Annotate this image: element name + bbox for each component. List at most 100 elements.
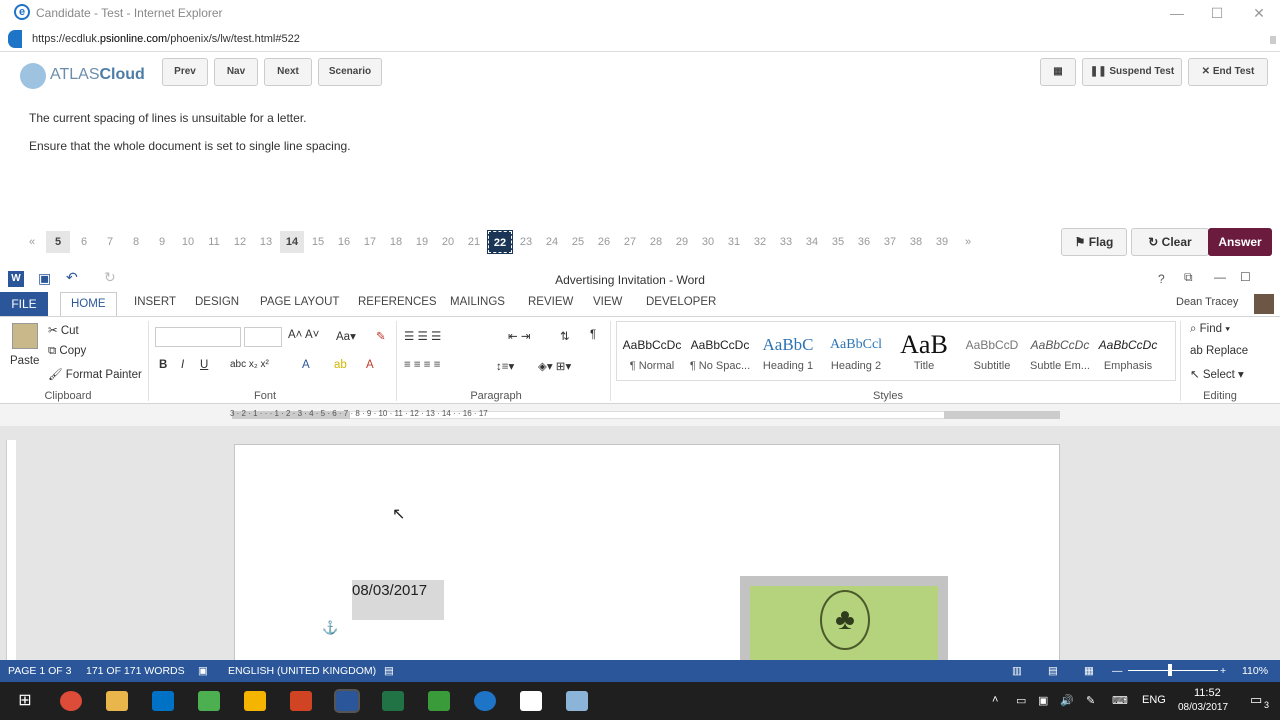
qnav-question-14[interactable]: 14 (280, 231, 304, 253)
qnav-question-15[interactable]: 15 (306, 231, 330, 253)
zoom-level[interactable]: 110% (1242, 665, 1268, 677)
qnav-question-19[interactable]: 19 (410, 231, 434, 253)
scroll-up-icon[interactable] (1270, 36, 1276, 44)
qnav-question-16[interactable]: 16 (332, 231, 356, 253)
calculator-button[interactable]: ▦ (1040, 58, 1076, 86)
close-icon[interactable]: ✕ (1244, 3, 1274, 23)
flag-button[interactable]: ⚑ Flag (1061, 228, 1127, 256)
change-case-icon[interactable]: Aa▾ (336, 329, 356, 343)
shading-icon[interactable]: ◈▾ ⊞▾ (538, 359, 571, 373)
tab-developer[interactable]: DEVELOPER (646, 296, 716, 308)
answer-button[interactable]: Answer (1208, 228, 1272, 256)
bullets-icon[interactable]: ☰ ☰ ☰ (404, 329, 441, 343)
find-button[interactable]: ⌕ Find ▾ (1190, 323, 1230, 336)
outlook-icon[interactable] (152, 691, 174, 711)
style-subtle-em[interactable]: AaBbCcDc Subtle Em... (1027, 330, 1093, 382)
paste-button[interactable]: Paste (10, 355, 39, 367)
style-normal[interactable]: AaBbCcDc ¶ Normal (619, 330, 685, 382)
paste-icon[interactable] (12, 323, 38, 349)
vertical-ruler[interactable] (6, 440, 16, 660)
font-color-icon[interactable]: A (366, 359, 374, 371)
clock-time[interactable]: 11:52 (1194, 687, 1221, 699)
indent-icon[interactable]: ⇤ ⇥ (508, 329, 530, 343)
tab-references[interactable]: REFERENCES (358, 296, 437, 308)
word-maximize-icon[interactable]: ☐ (1240, 270, 1251, 284)
excel-icon[interactable] (382, 691, 404, 711)
qnav-question-20[interactable]: 20 (436, 231, 460, 253)
qnav-question-6[interactable]: 6 (72, 231, 96, 253)
file-explorer-icon[interactable] (106, 691, 128, 711)
style-subtitle[interactable]: AaBbCcD Subtitle (959, 330, 1025, 382)
proofing-icon[interactable]: ▣ (198, 665, 208, 677)
style-emphasis[interactable]: AaBbCcDc Emphasis (1095, 330, 1161, 382)
text-effects-icon[interactable]: A (302, 359, 310, 371)
qnav-question-33[interactable]: 33 (774, 231, 798, 253)
qnav-question-23[interactable]: 23 (514, 231, 538, 253)
qnav-question-29[interactable]: 29 (670, 231, 694, 253)
qnav-question-7[interactable]: 7 (98, 231, 122, 253)
web-layout-icon[interactable]: ▦ (1084, 665, 1094, 677)
zoom-slider-thumb[interactable] (1168, 664, 1172, 676)
style-heading-2[interactable]: AaBbCcl Heading 2 (823, 330, 889, 382)
pen-icon[interactable]: ✎ (1086, 694, 1095, 707)
tab-page-layout[interactable]: PAGE LAYOUT (260, 296, 339, 308)
battery-icon[interactable]: ▭ (1016, 694, 1026, 707)
volume-icon[interactable]: 🔊 (1060, 694, 1074, 707)
input-language[interactable]: ENG (1142, 694, 1166, 706)
font-name-field[interactable] (155, 327, 241, 347)
align-icons[interactable]: ≡ ≡ ≡ ≡ (404, 359, 440, 371)
qnav-question-30[interactable]: 30 (696, 231, 720, 253)
notification-icon[interactable]: ▭ (1250, 692, 1262, 708)
qnav-question-37[interactable]: 37 (878, 231, 902, 253)
italic-icon[interactable]: I (181, 359, 184, 371)
qnav-question-27[interactable]: 27 (618, 231, 642, 253)
qnav-question-11[interactable]: 11 (202, 231, 226, 253)
underline-icon[interactable]: U (200, 359, 208, 371)
tab-file[interactable]: FILE (0, 292, 48, 316)
qnav-question-38[interactable]: 38 (904, 231, 928, 253)
tab-review[interactable]: REVIEW (528, 296, 573, 308)
keyboard-icon[interactable]: ⌨ (1112, 694, 1128, 707)
zoom-in-icon[interactable]: + (1220, 665, 1226, 677)
clock-date[interactable]: 08/03/2017 (1178, 702, 1228, 713)
keep-icon[interactable] (244, 691, 266, 711)
user-name[interactable]: Dean Tracey (1176, 296, 1238, 308)
style-title[interactable]: AaB Title (891, 330, 957, 382)
qnav-question-8[interactable]: 8 (124, 231, 148, 253)
qnav-question-39[interactable]: 39 (930, 231, 954, 253)
tab-home[interactable]: HOME (60, 292, 117, 316)
cut-button[interactable]: ✂ Cut (48, 323, 79, 337)
clear-format-icon[interactable]: ✎ (376, 329, 386, 343)
qnav-question-28[interactable]: 28 (644, 231, 668, 253)
sort-icon[interactable]: ⇅ (560, 329, 570, 343)
tray-chevron-icon[interactable]: ˄ (992, 694, 998, 706)
url-text[interactable]: https://ecdluk.psionline.com/phoenix/s/l… (32, 33, 300, 45)
language[interactable]: ENGLISH (UNITED KINGDOM) (228, 665, 376, 677)
tree-logo-image[interactable]: ♣ (740, 576, 948, 660)
back-icon[interactable] (8, 30, 22, 48)
scenario-button[interactable]: Scenario (318, 58, 382, 86)
copy-button[interactable]: ⧉ Copy (48, 345, 86, 358)
qnav-question-35[interactable]: 35 (826, 231, 850, 253)
qnav-question-13[interactable]: 13 (254, 231, 278, 253)
ribbon-options-icon[interactable]: ⧉ (1184, 270, 1193, 285)
word-count[interactable]: 171 OF 171 WORDS (86, 665, 185, 677)
qnav-question-25[interactable]: 25 (566, 231, 590, 253)
print-layout-icon[interactable]: ▤ (1048, 665, 1058, 677)
suspend-test-button[interactable]: ❚❚ Suspend Test (1082, 58, 1182, 86)
nav-button[interactable]: Nav (214, 58, 258, 86)
app-paint-icon[interactable] (566, 691, 588, 711)
chrome-icon[interactable] (60, 691, 82, 711)
next-button[interactable]: Next (264, 58, 312, 86)
qnav-question-22[interactable]: 22 (487, 230, 513, 254)
font-size-field[interactable] (244, 327, 282, 347)
powerpoint-icon[interactable] (290, 691, 312, 711)
maximize-icon[interactable]: ☐ (1202, 3, 1232, 23)
qnav-question-10[interactable]: 10 (176, 231, 200, 253)
replace-button[interactable]: ab Replace (1190, 345, 1248, 357)
format-painter-button[interactable]: 🖌 Format Painter (48, 367, 142, 381)
qnav-question-5[interactable]: 5 (46, 231, 70, 253)
zoom-out-icon[interactable]: — (1112, 665, 1123, 677)
clear-button[interactable]: ↻ Clear (1131, 228, 1209, 256)
anchor-icon[interactable]: ⚓ (322, 620, 338, 636)
